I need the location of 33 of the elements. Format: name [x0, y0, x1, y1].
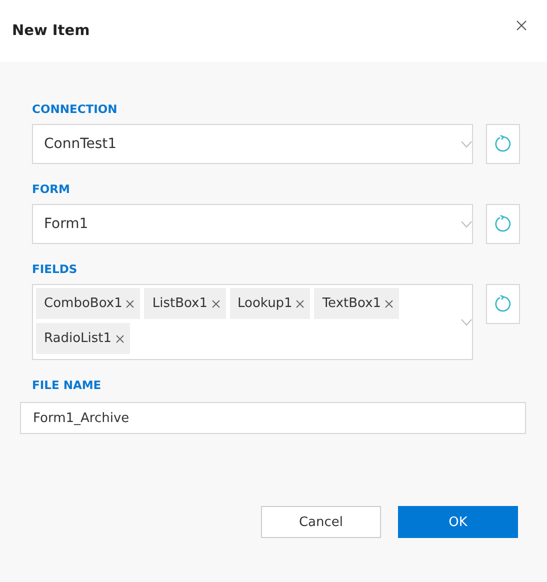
multi-select[interactable]: ComboBox1 ListBox1 Lookup1 TextBox1 RadioList1 [32, 284, 473, 360]
remove-icon[interactable] [296, 300, 304, 308]
tag-chip[interactable]: TextBox1 [314, 288, 400, 319]
refresh-icon [494, 295, 512, 313]
file-name-input[interactable]: Form1_Archive [20, 402, 526, 434]
ok-button[interactable]: OK [398, 506, 518, 538]
chevron-icon [461, 318, 472, 326]
tag-label: ListBox1 [152, 296, 208, 311]
field-label: CONNECTION [32, 102, 118, 116]
dialog-title: New Item [12, 23, 90, 39]
remove-icon[interactable] [126, 300, 134, 308]
dropdown[interactable]: Form1 [32, 204, 473, 244]
remove-icon[interactable] [116, 334, 124, 342]
tag-label: Lookup1 [238, 296, 292, 311]
tag-label: TextBox1 [322, 296, 382, 311]
refresh-icon [494, 215, 512, 233]
chevron-icon [461, 140, 472, 148]
dropdown[interactable]: ConnTest1 [32, 124, 473, 164]
remove-icon[interactable] [385, 300, 394, 308]
tag-label: ComboBox1 [44, 296, 122, 311]
tag-label: RadioList1 [44, 331, 112, 346]
tag-chip[interactable]: ListBox1 [144, 288, 226, 319]
close-icon[interactable] [516, 20, 527, 30]
tag-chip[interactable]: ComboBox1 [36, 288, 140, 319]
tag-chip[interactable]: RadioList1 [36, 323, 130, 354]
remove-icon[interactable] [212, 300, 220, 308]
field-label: FORM [32, 182, 71, 196]
chevron-icon [461, 220, 472, 228]
field-label: FIELDS [32, 262, 78, 276]
tag-chip[interactable]: Lookup1 [230, 288, 310, 319]
field-label: FILE NAME [32, 378, 102, 392]
cancel-button[interactable]: Cancel [261, 506, 381, 538]
refresh-icon [494, 135, 512, 153]
